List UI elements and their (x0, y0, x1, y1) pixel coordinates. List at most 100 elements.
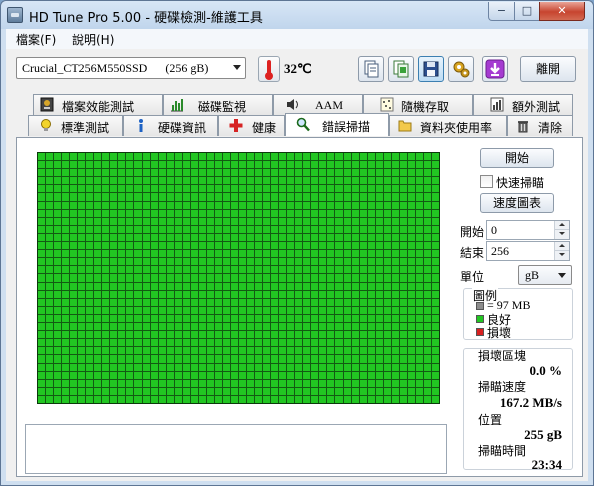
scan-block (407, 258, 415, 266)
scan-block (238, 282, 247, 290)
scan-block (206, 193, 214, 201)
quick-scan-checkbox[interactable] (480, 175, 493, 188)
tab-extra-tests[interactable]: 額外測試 (473, 94, 573, 115)
scan-block (150, 290, 158, 298)
scan-block (415, 323, 423, 331)
scan-block (303, 339, 311, 347)
copy-info-button[interactable] (358, 56, 384, 82)
scan-block (78, 282, 86, 290)
save-button[interactable] (418, 56, 444, 82)
scan-block (351, 153, 359, 161)
scan-block (102, 201, 110, 209)
tab-error-scan[interactable]: 錯誤掃描 (285, 113, 389, 136)
scan-block (214, 339, 222, 347)
options-button[interactable] (448, 56, 474, 82)
scan-block (279, 395, 287, 403)
minimize-button[interactable]: − (488, 2, 515, 21)
scan-block (431, 193, 439, 201)
scan-block (198, 282, 206, 290)
scan-block (335, 282, 343, 290)
tab-folder-usage[interactable]: 資料夾使用率 (389, 115, 507, 136)
start-position-down-icon[interactable] (554, 230, 569, 239)
scan-block (46, 314, 54, 323)
tab-file-benchmark[interactable]: 檔案效能測試 (33, 94, 163, 115)
scan-block (351, 258, 359, 266)
scan-block (150, 298, 158, 306)
tab-info[interactable]: 硬碟資訊 (123, 115, 218, 136)
end-position-down-icon[interactable] (554, 251, 569, 260)
scan-block (431, 395, 439, 403)
scan-block (214, 177, 222, 185)
start-scan-button[interactable]: 開始 (480, 148, 554, 168)
scan-block (126, 387, 134, 395)
scan-block (271, 395, 279, 403)
scan-block (407, 266, 415, 274)
scan-block (335, 371, 343, 379)
drive-selector[interactable]: Crucial_CT256M550SSD (256 gB) (16, 57, 246, 79)
scan-block (383, 306, 391, 314)
scan-block (54, 347, 62, 355)
scan-block (343, 379, 351, 387)
scan-block (222, 242, 230, 250)
block-map (37, 152, 440, 404)
speed-map-button[interactable]: 速度圖表 (480, 193, 554, 213)
scan-block (70, 314, 78, 323)
scan-block (142, 233, 150, 242)
tab-aam[interactable]: AAM (273, 94, 363, 115)
scan-block (431, 371, 439, 379)
scan-block (102, 314, 110, 323)
download-button[interactable] (482, 56, 508, 82)
scan-block (166, 387, 174, 395)
scan-block (38, 161, 46, 169)
scan-block (70, 323, 78, 331)
unit-selector[interactable]: gB (518, 265, 572, 285)
scan-block (238, 331, 247, 339)
exit-button[interactable]: 離開 (520, 56, 576, 82)
scan-block (190, 153, 198, 161)
scan-block (206, 339, 214, 347)
scan-block (86, 153, 94, 161)
copy-screen-button[interactable] (388, 56, 414, 82)
scan-block (46, 161, 54, 169)
tab-erase[interactable]: 清除 (507, 115, 573, 136)
start-position-up-icon[interactable] (554, 221, 569, 230)
tab-health[interactable]: 健康 (218, 115, 285, 136)
scan-block (303, 250, 311, 258)
scan-block (335, 347, 343, 355)
end-position-up-icon[interactable] (554, 242, 569, 251)
scan-block (62, 282, 70, 290)
scan-block (134, 169, 142, 177)
end-position-input[interactable]: 256 (486, 241, 570, 261)
scan-block (110, 379, 118, 387)
scan-block (295, 193, 303, 201)
scan-block (375, 387, 383, 395)
menu-help[interactable]: 說明(H) (72, 31, 114, 48)
menu-file[interactable]: 檔案(F) (16, 31, 56, 48)
scan-block (247, 355, 255, 363)
scan-block (174, 306, 182, 314)
scan-block (214, 161, 222, 169)
trash-icon (518, 121, 528, 133)
scan-block (263, 339, 271, 347)
scan-block (375, 339, 383, 347)
scan-block (134, 266, 142, 274)
log-area[interactable] (25, 424, 447, 474)
scan-block (110, 282, 118, 290)
close-button[interactable]: ✕ (539, 2, 585, 21)
scan-block (247, 363, 255, 371)
tab-random-access[interactable]: 隨機存取 (363, 94, 473, 115)
scan-block (214, 314, 222, 323)
scan-block (174, 201, 182, 209)
scan-block (335, 250, 343, 258)
scan-block (311, 209, 319, 217)
tab-disk-monitor[interactable]: 磁碟監視 (163, 94, 273, 115)
title-bar[interactable]: HD Tune Pro 5.00 - 硬碟檢測-維護工具 − □ ✕ (1, 1, 593, 29)
maximize-button[interactable]: □ (514, 2, 540, 21)
start-position-input[interactable]: 0 (486, 220, 570, 240)
scan-block (190, 266, 198, 274)
scan-block (94, 379, 102, 387)
scan-block (110, 233, 118, 242)
scan-block (206, 282, 214, 290)
tab-benchmark[interactable]: 標準測試 (28, 115, 123, 136)
scan-block (54, 250, 62, 258)
